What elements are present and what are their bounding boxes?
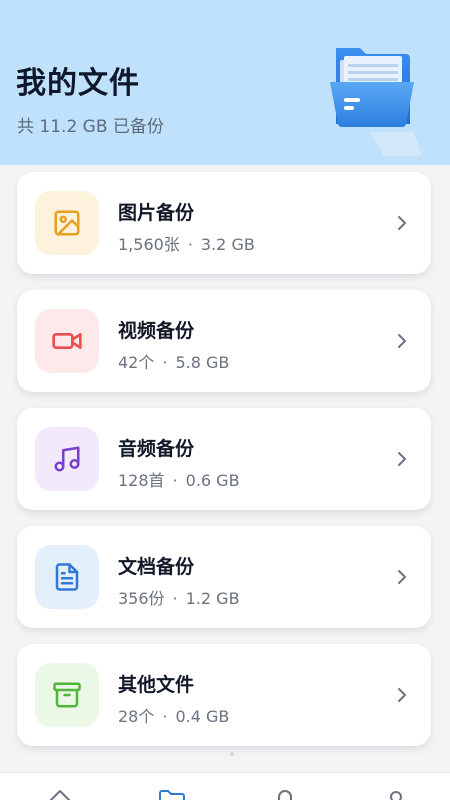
scroll-indicator bbox=[230, 752, 234, 756]
category-size: 5.8 GB bbox=[175, 353, 230, 372]
category-count: 1,560张 bbox=[118, 235, 180, 254]
category-card-audio[interactable]: 音频备份 128首 · 0.6 GB bbox=[17, 408, 431, 510]
category-meta: 1,560张 · 3.2 GB bbox=[118, 231, 255, 255]
separator: · bbox=[172, 589, 178, 608]
header-banner: 我的文件 共 11.2 GB 已备份 bbox=[0, 0, 450, 165]
separator: · bbox=[162, 707, 168, 726]
music-note-icon bbox=[35, 427, 99, 491]
category-size: 3.2 GB bbox=[200, 235, 255, 254]
category-title: 音频备份 bbox=[118, 438, 195, 460]
home-icon[interactable] bbox=[45, 787, 75, 800]
category-card-documents[interactable]: 文档备份 356份 · 1.2 GB bbox=[17, 526, 431, 628]
video-camera-icon bbox=[35, 309, 99, 373]
category-meta: 128首 · 0.6 GB bbox=[118, 467, 240, 491]
separator: · bbox=[172, 471, 178, 490]
archive-box-icon bbox=[35, 663, 99, 727]
chevron-right-icon bbox=[398, 334, 406, 348]
category-count: 128首 bbox=[118, 471, 165, 490]
category-size: 0.6 GB bbox=[185, 471, 240, 490]
image-icon bbox=[35, 191, 99, 255]
folder-illustration-icon bbox=[330, 48, 422, 156]
chevron-right-icon bbox=[398, 688, 406, 702]
bottom-nav bbox=[0, 772, 450, 800]
category-meta: 28个 · 0.4 GB bbox=[118, 703, 229, 727]
category-title: 文档备份 bbox=[118, 556, 195, 578]
profile-icon[interactable] bbox=[381, 787, 411, 800]
category-card-images[interactable]: 图片备份 1,560张 · 3.2 GB bbox=[17, 172, 431, 274]
category-title: 图片备份 bbox=[118, 202, 195, 224]
category-card-videos[interactable]: 视频备份 42个 · 5.8 GB bbox=[17, 290, 431, 392]
category-size: 1.2 GB bbox=[185, 589, 240, 608]
category-card-other[interactable]: 其他文件 28个 · 0.4 GB bbox=[17, 644, 431, 746]
backup-summary: 共 11.2 GB 已备份 bbox=[17, 117, 164, 137]
chevron-right-icon bbox=[398, 216, 406, 230]
separator: · bbox=[162, 353, 168, 372]
page-title: 我的文件 bbox=[16, 66, 140, 101]
category-meta: 356份 · 1.2 GB bbox=[118, 585, 240, 609]
lock-icon[interactable] bbox=[270, 787, 300, 800]
separator: · bbox=[187, 235, 193, 254]
category-size: 0.4 GB bbox=[175, 707, 230, 726]
category-count: 28个 bbox=[118, 707, 155, 726]
chevron-right-icon bbox=[398, 570, 406, 584]
folder-icon[interactable] bbox=[157, 787, 187, 800]
chevron-right-icon bbox=[398, 452, 406, 466]
category-count: 356份 bbox=[118, 589, 165, 608]
category-title: 其他文件 bbox=[118, 674, 195, 696]
document-icon bbox=[35, 545, 99, 609]
category-count: 42个 bbox=[118, 353, 155, 372]
category-title: 视频备份 bbox=[118, 320, 195, 342]
category-meta: 42个 · 5.8 GB bbox=[118, 349, 229, 373]
